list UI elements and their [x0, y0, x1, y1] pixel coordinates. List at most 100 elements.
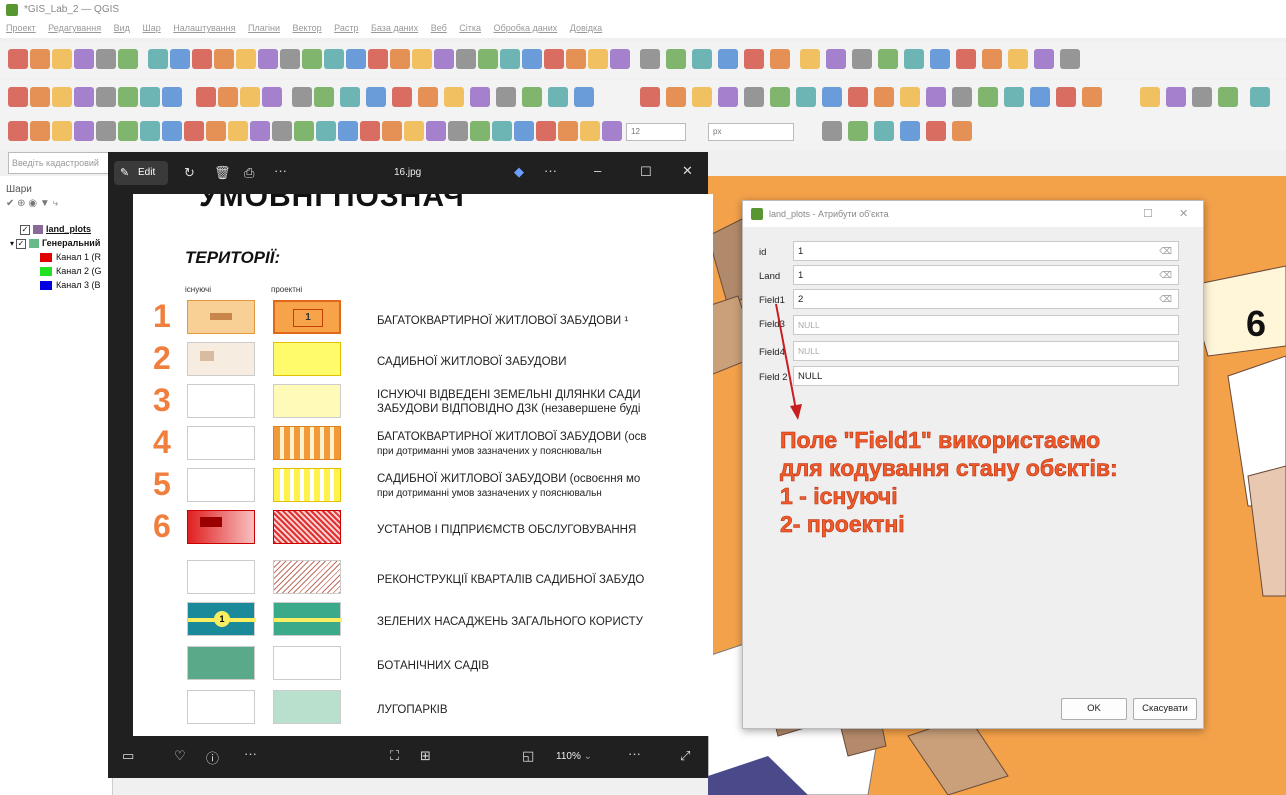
- toolbar-tool-icon[interactable]: [162, 87, 182, 107]
- toolbar-tool-icon[interactable]: [544, 49, 564, 69]
- toolbar-tool-icon[interactable]: [522, 87, 542, 107]
- layer-land-plots[interactable]: ✓ land_plots: [20, 224, 91, 235]
- print-icon[interactable]: ⎙: [244, 165, 254, 181]
- toolbar-tool-icon[interactable]: [692, 49, 712, 69]
- menu-web[interactable]: Веб: [431, 23, 447, 33]
- edit-button[interactable]: ✎ Edit: [114, 161, 168, 185]
- font-size-spinbox[interactable]: 12: [626, 123, 686, 141]
- toolbar-tool-icon[interactable]: [602, 121, 622, 141]
- layer-general-plan[interactable]: ▾ ✓ Генеральний: [10, 238, 100, 249]
- menu-view[interactable]: Вид: [114, 23, 130, 33]
- toolbar-tool-icon[interactable]: [240, 87, 260, 107]
- toolbar-tool-icon[interactable]: [140, 121, 160, 141]
- toolbar-tool-icon[interactable]: [218, 87, 238, 107]
- toolbar-tool-icon[interactable]: [1056, 87, 1076, 107]
- toolbar-tool-icon[interactable]: [1250, 87, 1270, 107]
- toolbar-tool-icon[interactable]: [1060, 49, 1080, 69]
- menu-edit[interactable]: Редагування: [48, 23, 101, 33]
- toolbar-tool-icon[interactable]: [826, 49, 846, 69]
- toolbar-tool-icon[interactable]: [478, 49, 498, 69]
- toolbar-tool-icon[interactable]: [904, 49, 924, 69]
- toolbar-tool-icon[interactable]: [848, 121, 868, 141]
- fullscreen-icon[interactable]: ⤢: [680, 748, 690, 764]
- toolbar-tool-icon[interactable]: [346, 49, 366, 69]
- toolbar-tool-icon[interactable]: [196, 87, 216, 107]
- toolbar-tool-icon[interactable]: [956, 49, 976, 69]
- clear-icon[interactable]: ⌫: [1159, 270, 1172, 281]
- field-input-field2[interactable]: NULL: [793, 366, 1179, 386]
- toolbar-tool-icon[interactable]: [640, 87, 660, 107]
- menu-settings[interactable]: Налаштування: [173, 23, 235, 33]
- toolbar-tool-icon[interactable]: [324, 49, 344, 69]
- toolbar-tool-icon[interactable]: [228, 121, 248, 141]
- toolbar-tool-icon[interactable]: [118, 121, 138, 141]
- toolbar-tool-icon[interactable]: [382, 121, 402, 141]
- toolbar-tool-icon[interactable]: [718, 87, 738, 107]
- toolbar-tool-icon[interactable]: [666, 87, 686, 107]
- layer-checkbox[interactable]: ✓: [16, 238, 27, 249]
- toolbar-tool-icon[interactable]: [496, 87, 516, 107]
- toolbar-tool-icon[interactable]: [74, 121, 94, 141]
- toolbar-tool-icon[interactable]: [580, 121, 600, 141]
- toolbar-tool-icon[interactable]: [52, 49, 72, 69]
- toolbar-tool-icon[interactable]: [8, 87, 28, 107]
- toolbar-tool-icon[interactable]: [140, 87, 160, 107]
- toolbar-tool-icon[interactable]: [52, 121, 72, 141]
- clear-icon[interactable]: ⌫: [1159, 246, 1172, 257]
- field-input-field4[interactable]: NULL: [793, 341, 1179, 361]
- toolbar-tool-icon[interactable]: [492, 121, 512, 141]
- toolbar-tool-icon[interactable]: [426, 121, 446, 141]
- toolbar-tool-icon[interactable]: [52, 87, 72, 107]
- toolbar-tool-icon[interactable]: [588, 49, 608, 69]
- toolbar-tool-icon[interactable]: [74, 49, 94, 69]
- toolbar-tool-icon[interactable]: [470, 121, 490, 141]
- toolbar-tool-icon[interactable]: [214, 49, 234, 69]
- clear-icon[interactable]: ⌫: [1159, 294, 1172, 305]
- toolbar-tool-icon[interactable]: [848, 87, 868, 107]
- toolbar-tool-icon[interactable]: [8, 49, 28, 69]
- toolbar-tool-icon[interactable]: [392, 87, 412, 107]
- toolbar-tool-icon[interactable]: [316, 121, 336, 141]
- toolbar-tool-icon[interactable]: [448, 121, 468, 141]
- toolbar-tool-icon[interactable]: [434, 49, 454, 69]
- close-icon[interactable]: ✕: [1179, 207, 1188, 220]
- toolbar-tool-icon[interactable]: [878, 49, 898, 69]
- toolbar-tool-icon[interactable]: [800, 49, 820, 69]
- toolbar-tool-icon[interactable]: [1082, 87, 1102, 107]
- search-input[interactable]: Введіть кадастровий: [8, 152, 112, 174]
- zoom-fit-icon[interactable]: ◱: [522, 748, 534, 764]
- toolbar-tool-icon[interactable]: [952, 87, 972, 107]
- toolbar-tool-icon[interactable]: [1030, 87, 1050, 107]
- toolbar-tool-icon[interactable]: [1004, 87, 1024, 107]
- maximize-icon[interactable]: ☐: [1143, 207, 1153, 220]
- toolbar-tool-icon[interactable]: [744, 87, 764, 107]
- toolbar-tool-icon[interactable]: [30, 121, 50, 141]
- toolbar-tool-icon[interactable]: [514, 121, 534, 141]
- toolbar-tool-icon[interactable]: [952, 121, 972, 141]
- toolbar-tool-icon[interactable]: [470, 87, 490, 107]
- toolbar-tool-icon[interactable]: [566, 49, 586, 69]
- toolbar-tool-icon[interactable]: [610, 49, 630, 69]
- toolbar-tool-icon[interactable]: [926, 87, 946, 107]
- maximize-icon[interactable]: ☐: [640, 164, 652, 180]
- rotate-icon[interactable]: ↻: [184, 165, 195, 181]
- toolbar-tool-icon[interactable]: [30, 87, 50, 107]
- toolbar-tool-icon[interactable]: [236, 49, 256, 69]
- toolbar-tool-icon[interactable]: [548, 87, 568, 107]
- toolbar-tool-icon[interactable]: [500, 49, 520, 69]
- toolbar-tool-icon[interactable]: [148, 49, 168, 69]
- toolbar-tool-icon[interactable]: [314, 87, 334, 107]
- toolbar-tool-icon[interactable]: [744, 49, 764, 69]
- info-icon[interactable]: ⓘ: [206, 748, 219, 767]
- toolbar-tool-icon[interactable]: [982, 49, 1002, 69]
- toolbar-tool-icon[interactable]: [1140, 87, 1160, 107]
- toolbar-tool-icon[interactable]: [404, 121, 424, 141]
- expand-icon[interactable]: ▾: [10, 239, 14, 248]
- toolbar-tool-icon[interactable]: [874, 121, 894, 141]
- toolbar-tool-icon[interactable]: [930, 49, 950, 69]
- toolbar-tool-icon[interactable]: [852, 49, 872, 69]
- toolbar-tool-icon[interactable]: [770, 87, 790, 107]
- menu-layer[interactable]: Шар: [142, 23, 160, 33]
- menu-database[interactable]: База даних: [371, 23, 418, 33]
- layer-checkbox[interactable]: ✓: [20, 224, 30, 235]
